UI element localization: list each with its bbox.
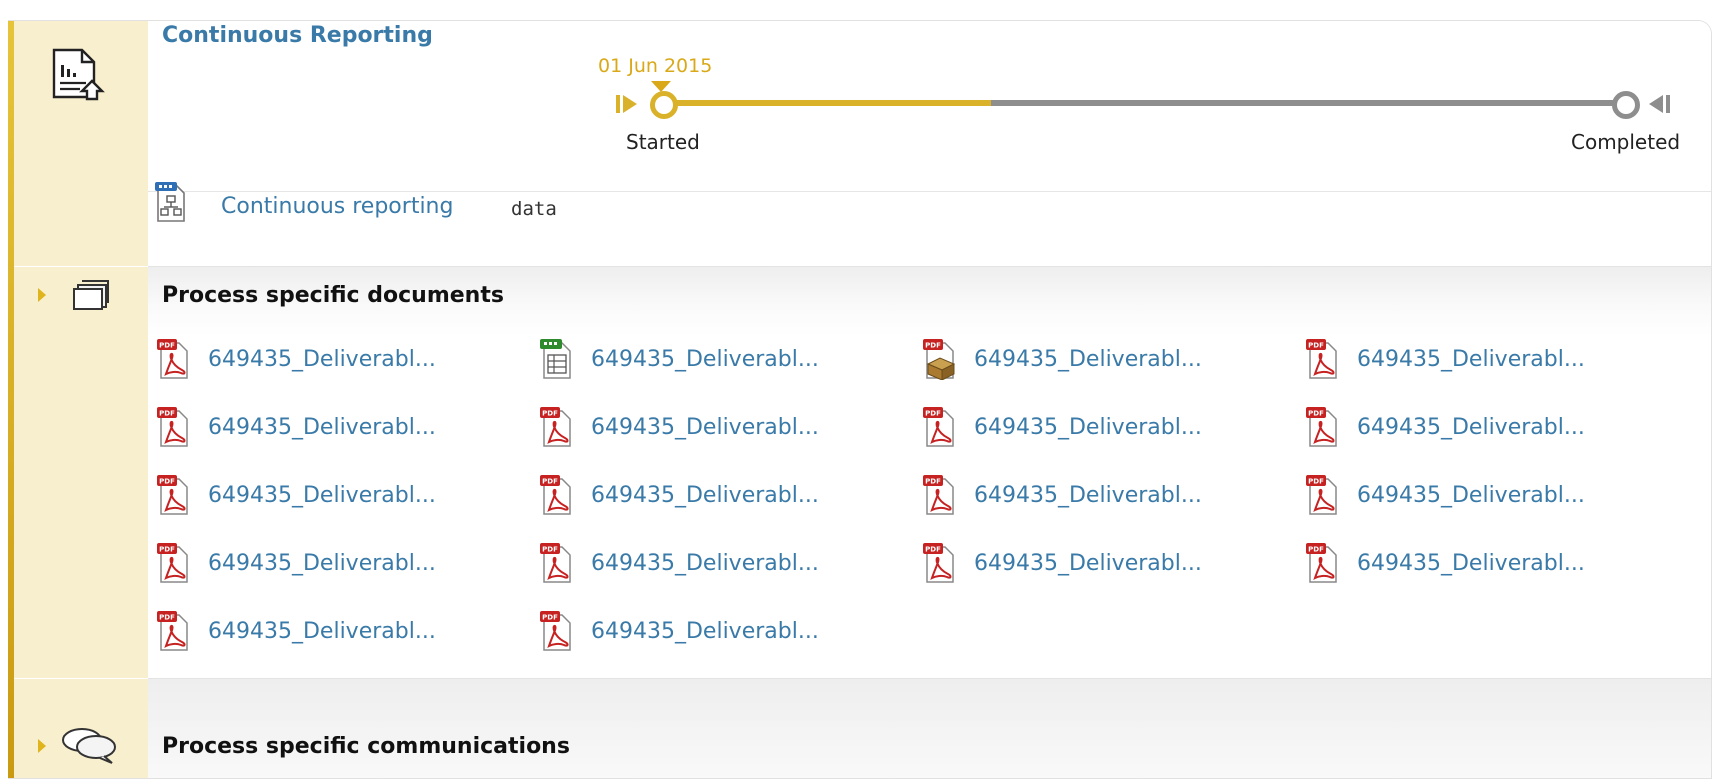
svg-text:PDF: PDF <box>925 410 941 418</box>
pdf-file-icon: PDF <box>157 611 188 651</box>
document-link[interactable]: PDF 649435_Deliverabl... <box>156 609 539 653</box>
pdf-file-icon: PDF <box>540 407 571 447</box>
document-name: 649435_Deliverabl... <box>974 550 1202 576</box>
document-link[interactable]: PDF 649435_Deliverabl... <box>922 473 1305 517</box>
pdf-file-icon: PDF <box>540 611 571 651</box>
pdf-file-icon: PDF <box>540 543 571 583</box>
document-name: 649435_Deliverabl... <box>591 482 819 508</box>
document-link[interactable]: PDF 649435_Deliverabl... <box>156 337 539 381</box>
svg-text:PDF: PDF <box>925 546 941 554</box>
svg-text:PDF: PDF <box>159 478 175 486</box>
document-name: 649435_Deliverabl... <box>1357 414 1585 440</box>
timeline-progress-done <box>668 100 991 106</box>
svg-text:PDF: PDF <box>1308 546 1324 554</box>
header-divider <box>148 191 1711 192</box>
documents-expander-icon[interactable] <box>38 288 46 302</box>
svg-text:PDF: PDF <box>925 342 941 350</box>
pdf-file-icon: PDF <box>157 543 188 583</box>
document-name: 649435_Deliverabl... <box>208 482 436 508</box>
data-link-suffix: data <box>511 198 557 220</box>
document-link[interactable]: PDF 649435_Deliverabl... <box>539 405 922 449</box>
pdf-file-icon: PDF <box>1306 407 1337 447</box>
document-name: 649435_Deliverabl... <box>1357 482 1585 508</box>
timeline-progress-remaining <box>991 100 1618 106</box>
svg-text:PDF: PDF <box>925 478 941 486</box>
document-link[interactable]: PDF 649435_Deliverabl... <box>539 541 922 585</box>
header-area <box>148 21 1711 267</box>
document-name: 649435_Deliverabl... <box>591 414 819 440</box>
gutter-documents <box>14 267 148 678</box>
svg-text:PDF: PDF <box>542 478 558 486</box>
pdf-file-icon: PDF <box>1306 475 1337 515</box>
process-title-link[interactable]: Continuous Reporting <box>162 23 433 48</box>
svg-text:PDF: PDF <box>159 410 175 418</box>
timeline-start-label: Started <box>626 130 700 154</box>
documents-section-title[interactable]: Process specific documents <box>162 283 504 308</box>
document-link[interactable]: PDF 649435_Deliverabl... <box>539 609 922 653</box>
communications-section-title[interactable]: Process specific communications <box>162 734 570 759</box>
pdf-file-icon: PDF <box>157 407 188 447</box>
svg-text:PDF: PDF <box>159 546 175 554</box>
pdf-file-icon: PDF <box>923 543 954 583</box>
report-document-icon <box>52 48 105 101</box>
document-name: 649435_Deliverabl... <box>591 618 819 644</box>
xml-structure-file-icon <box>155 182 185 222</box>
svg-text:PDF: PDF <box>542 546 558 554</box>
document-name: 649435_Deliverabl... <box>208 346 436 372</box>
communications-expander-icon[interactable] <box>38 739 46 753</box>
pdf-file-icon: PDF <box>157 339 188 379</box>
timeline-end-label: Completed <box>1571 130 1681 154</box>
document-name: 649435_Deliverabl... <box>591 346 819 372</box>
pdf-file-icon: PDF <box>540 475 571 515</box>
document-link[interactable]: PDF 649435_Deliverabl... <box>922 337 1305 381</box>
document-name: 649435_Deliverabl... <box>208 550 436 576</box>
timeline-end-node <box>1612 91 1640 119</box>
timeline-start-node <box>650 91 678 119</box>
folder-icon <box>73 280 109 310</box>
svg-text:PDF: PDF <box>159 614 175 622</box>
document-link[interactable]: PDF 649435_Deliverabl... <box>1305 541 1688 585</box>
document-link[interactable]: PDF 649435_Deliverabl... <box>156 541 539 585</box>
document-name: 649435_Deliverabl... <box>1357 346 1585 372</box>
document-name: 649435_Deliverabl... <box>974 346 1202 372</box>
pdf-file-icon: PDF <box>157 475 188 515</box>
document-link[interactable]: PDF 649435_Deliverabl... <box>539 473 922 517</box>
svg-text:PDF: PDF <box>542 410 558 418</box>
document-link[interactable]: PDF 649435_Deliverabl... <box>1305 337 1688 381</box>
pdf-package-file-icon: PDF <box>923 339 956 380</box>
document-name: 649435_Deliverabl... <box>208 414 436 440</box>
speech-bubbles-icon <box>62 728 116 764</box>
document-name: 649435_Deliverabl... <box>208 618 436 644</box>
document-name: 649435_Deliverabl... <box>1357 550 1585 576</box>
gutter-header <box>14 21 148 266</box>
continuous-reporting-data-link[interactable]: Continuous reporting <box>221 194 453 219</box>
pdf-file-icon: PDF <box>1306 543 1337 583</box>
svg-text:PDF: PDF <box>159 342 175 350</box>
document-name: 649435_Deliverabl... <box>974 482 1202 508</box>
document-link[interactable]: PDF 649435_Deliverabl... <box>922 405 1305 449</box>
svg-text:PDF: PDF <box>1308 342 1324 350</box>
document-name: 649435_Deliverabl... <box>591 550 819 576</box>
document-link[interactable]: PDF 649435_Deliverabl... <box>156 405 539 449</box>
svg-text:PDF: PDF <box>1308 410 1324 418</box>
pdf-file-icon: PDF <box>923 475 954 515</box>
pdf-file-icon: PDF <box>1306 339 1337 379</box>
document-link[interactable]: PDF 649435_Deliverabl... <box>1305 473 1688 517</box>
document-link[interactable]: 649435_Deliverabl... <box>539 337 922 381</box>
timeline-date: 01 Jun 2015 <box>598 55 713 77</box>
pdf-file-icon: PDF <box>923 407 954 447</box>
reporting-panel: Continuous Reporting 01 Jun 2015 Started… <box>8 20 1712 779</box>
document-link[interactable]: PDF 649435_Deliverabl... <box>922 541 1305 585</box>
svg-text:PDF: PDF <box>542 614 558 622</box>
timeline-end-cap-icon <box>1649 95 1670 113</box>
documents-grid: PDF 649435_Deliverabl... 649435_Deliverabl… <box>156 337 1676 717</box>
timeline-start-cap-icon <box>616 95 637 113</box>
spreadsheet-file-icon <box>540 339 571 379</box>
document-link[interactable]: PDF 649435_Deliverabl... <box>1305 405 1688 449</box>
document-link[interactable]: PDF 649435_Deliverabl... <box>156 473 539 517</box>
document-name: 649435_Deliverabl... <box>974 414 1202 440</box>
svg-text:PDF: PDF <box>1308 478 1324 486</box>
